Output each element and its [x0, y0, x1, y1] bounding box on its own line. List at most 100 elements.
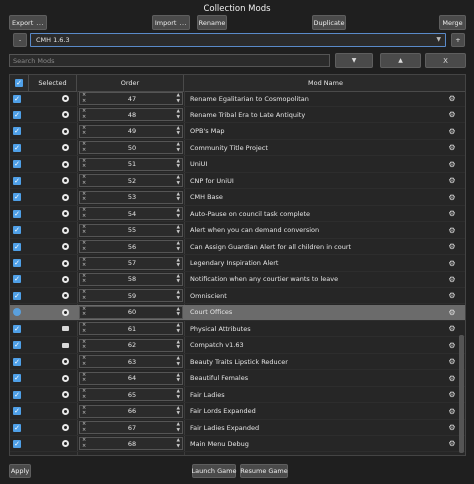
- order-stepper[interactable]: × × 62 ▲ ▼: [79, 338, 183, 352]
- table-row[interactable]: ✓ × × 68 ▲ ▼ Main Menu Debug ⚙: [10, 436, 465, 453]
- table-row[interactable]: ✓ × × 61 ▲ ▼ Physical Attributes ⚙: [10, 321, 465, 338]
- mod-action-icon[interactable]: ⚙: [447, 404, 457, 419]
- order-clear-icon[interactable]: × ×: [82, 142, 86, 153]
- export-button[interactable]: Export...: [9, 15, 47, 30]
- order-stepper[interactable]: × × 55 ▲ ▼: [79, 223, 183, 237]
- header-order[interactable]: Order: [77, 75, 184, 91]
- table-row[interactable]: ✓ × × 58 ▲ ▼ Notification when any courtier wa…: [10, 272, 465, 288]
- row-checkbox[interactable]: ✓: [13, 291, 21, 300]
- row-checkbox[interactable]: ✓: [13, 176, 21, 185]
- apply-button[interactable]: Apply: [9, 464, 31, 478]
- remove-collection-button[interactable]: -: [13, 33, 27, 47]
- order-updown-icon[interactable]: ▲ ▼: [177, 258, 180, 269]
- mod-action-icon[interactable]: ⚙: [447, 288, 457, 303]
- search-input[interactable]: Search Mods: [9, 54, 330, 67]
- mod-action-icon[interactable]: ⚙: [447, 124, 457, 139]
- table-row[interactable]: ✓ × × 50 ▲ ▼ Community Title Project ⚙: [10, 140, 465, 157]
- launch-game-button[interactable]: Launch Game: [192, 464, 236, 478]
- order-clear-icon[interactable]: × ×: [82, 388, 86, 400]
- order-clear-icon[interactable]: × ×: [82, 355, 86, 367]
- order-stepper[interactable]: × × 58 ▲ ▼: [79, 272, 183, 286]
- move-up-button[interactable]: ▲: [380, 53, 421, 68]
- table-row[interactable]: ✓ × × 47 ▲ ▼ Rename Egalitarian to Cosmopolita…: [10, 91, 465, 107]
- duplicate-button[interactable]: Duplicate: [312, 15, 346, 30]
- order-clear-icon[interactable]: × ×: [82, 125, 86, 137]
- table-row[interactable]: ✓ × × 54 ▲ ▼ Auto-Pause on council task comple…: [10, 206, 465, 223]
- mod-action-icon[interactable]: ⚙: [447, 91, 457, 106]
- order-stepper[interactable]: × × 61 ▲ ▼: [79, 322, 183, 336]
- order-stepper[interactable]: × × 49 ▲ ▼: [79, 124, 183, 138]
- mod-action-icon[interactable]: ⚙: [447, 321, 457, 336]
- row-checkbox[interactable]: ✓: [13, 275, 21, 284]
- mod-action-icon[interactable]: ⚙: [447, 272, 457, 287]
- row-checkbox[interactable]: ✓: [13, 127, 21, 136]
- order-clear-icon[interactable]: × ×: [82, 323, 86, 334]
- row-checkbox[interactable]: ✓: [13, 439, 21, 448]
- order-updown-icon[interactable]: ▲ ▼: [177, 192, 180, 203]
- mod-action-icon[interactable]: ⚙: [447, 157, 457, 172]
- table-row[interactable]: ✓ × × 56 ▲ ▼ Can Assign Guardian Alert for all…: [10, 239, 465, 256]
- order-updown-icon[interactable]: ▲ ▼: [177, 323, 180, 334]
- order-clear-icon[interactable]: × ×: [82, 224, 86, 236]
- order-stepper[interactable]: × × 64 ▲ ▼: [79, 371, 183, 385]
- order-stepper[interactable]: × × 53 ▲ ▼: [79, 190, 183, 204]
- mod-action-icon[interactable]: ⚙: [447, 354, 457, 369]
- order-stepper[interactable]: × × 47 ▲ ▼: [79, 92, 183, 105]
- row-checkbox[interactable]: ✓: [13, 160, 21, 169]
- table-row[interactable]: ✓ × × 64 ▲ ▼ Beautiful Females ⚙: [10, 371, 465, 387]
- order-stepper[interactable]: × × 59 ▲ ▼: [79, 289, 183, 303]
- resume-game-button[interactable]: Resume Game: [240, 464, 288, 478]
- order-stepper[interactable]: × × 52 ▲ ▼: [79, 174, 183, 188]
- order-updown-icon[interactable]: ▲ ▼: [177, 307, 180, 318]
- order-updown-icon[interactable]: ▲ ▼: [177, 422, 180, 433]
- table-row[interactable]: ✓ × × 49 ▲ ▼ OPB's Map ⚙: [10, 124, 465, 140]
- order-stepper[interactable]: × × 54 ▲ ▼: [79, 207, 183, 221]
- merge-button[interactable]: Merge: [439, 15, 466, 30]
- order-clear-icon[interactable]: × ×: [82, 240, 86, 252]
- order-clear-icon[interactable]: × ×: [82, 290, 86, 301]
- mod-action-icon[interactable]: ⚙: [447, 223, 457, 238]
- order-stepper[interactable]: × × 56 ▲ ▼: [79, 240, 183, 254]
- table-row[interactable]: ✓ × × 65 ▲ ▼ Fair Ladies ⚙: [10, 387, 465, 404]
- row-checkbox[interactable]: ✓: [13, 242, 21, 251]
- header-selected[interactable]: Selected: [29, 75, 77, 91]
- order-clear-icon[interactable]: × ×: [82, 273, 86, 285]
- order-clear-icon[interactable]: × ×: [82, 339, 86, 351]
- mod-action-icon[interactable]: ⚙: [447, 140, 457, 155]
- mod-action-icon[interactable]: ⚙: [447, 206, 457, 221]
- table-row[interactable]: ✓ × × 48 ▲ ▼ Rename Tribal Era to Late Antiqui…: [10, 107, 465, 124]
- order-stepper[interactable]: × × 68 ▲ ▼: [79, 437, 183, 451]
- mod-action-icon[interactable]: ⚙: [447, 338, 457, 353]
- order-updown-icon[interactable]: ▲ ▼: [177, 159, 180, 170]
- order-stepper[interactable]: × × 48 ▲ ▼: [79, 108, 183, 122]
- row-checkbox[interactable]: ✓: [13, 193, 21, 202]
- row-checkbox[interactable]: ✓: [13, 324, 21, 333]
- order-stepper[interactable]: × × 65 ▲ ▼: [79, 388, 183, 402]
- order-stepper[interactable]: × × 51 ▲ ▼: [79, 157, 183, 171]
- order-updown-icon[interactable]: ▲ ▼: [177, 126, 180, 137]
- order-updown-icon[interactable]: ▲ ▼: [177, 208, 180, 219]
- order-updown-icon[interactable]: ▲ ▼: [177, 274, 180, 285]
- row-checkbox[interactable]: ✓: [13, 423, 21, 432]
- row-checkbox[interactable]: ✓: [13, 94, 21, 103]
- table-row[interactable]: ✓ × × 59 ▲ ▼ Omniscient ⚙: [10, 288, 465, 305]
- row-checkbox[interactable]: ✓: [13, 110, 21, 119]
- order-updown-icon[interactable]: ▲ ▼: [177, 225, 180, 236]
- mod-action-icon[interactable]: ⚙: [447, 420, 457, 435]
- order-updown-icon[interactable]: ▲ ▼: [177, 290, 180, 301]
- row-checkbox[interactable]: ✓: [13, 407, 21, 416]
- table-row[interactable]: ✓ × × 51 ▲ ▼ UniUI ⚙: [10, 157, 465, 173]
- add-collection-button[interactable]: +: [451, 33, 465, 47]
- select-all-checkbox[interactable]: ✓: [15, 79, 23, 87]
- mod-action-icon[interactable]: ⚙: [447, 387, 457, 402]
- order-clear-icon[interactable]: × ×: [82, 175, 86, 186]
- order-stepper[interactable]: × × 66 ▲ ▼: [79, 404, 183, 418]
- order-updown-icon[interactable]: ▲ ▼: [177, 373, 180, 384]
- order-clear-icon[interactable]: × ×: [82, 438, 86, 449]
- order-clear-icon[interactable]: × ×: [82, 306, 86, 318]
- table-row[interactable]: ✓ × × 62 ▲ ▼ Compatch v1.63 ⚙: [10, 338, 465, 354]
- order-updown-icon[interactable]: ▲ ▼: [177, 93, 180, 104]
- collection-select[interactable]: CMH 1.6.3 ▼: [30, 33, 446, 47]
- order-clear-icon[interactable]: × ×: [82, 421, 86, 433]
- order-updown-icon[interactable]: ▲ ▼: [177, 406, 180, 417]
